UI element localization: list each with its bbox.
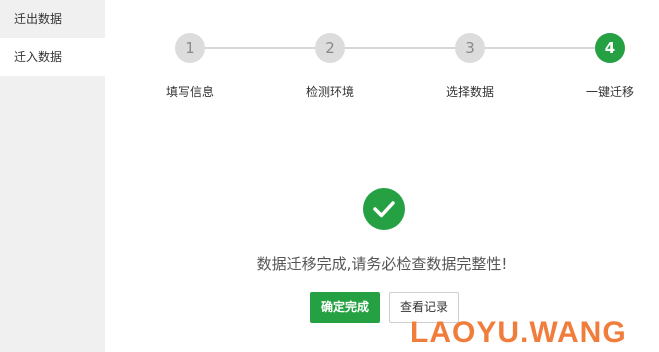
success-check-icon — [363, 188, 405, 230]
watermark-logo: LAOYU.WANG — [410, 316, 627, 349]
step-4-label: 一键迁移 — [585, 85, 634, 99]
step-1-indicator: 1 — [175, 33, 205, 63]
step-connector — [345, 47, 455, 49]
step-4-indicator: 4 — [595, 33, 625, 63]
step-1-label: 填写信息 — [165, 85, 214, 99]
completion-message: 数据迁移完成,请务必检查数据完整性! — [256, 255, 508, 273]
main-panel: 1 2 3 4 填写信息 检测环境 选择数据 一键迁移 数据迁移完成,请务必检查… — [105, 0, 659, 352]
step-connector — [205, 47, 315, 49]
step-2-indicator: 2 — [315, 33, 345, 63]
sidebar-item-import-data[interactable]: 迁入数据 — [0, 38, 105, 76]
sidebar-item-export-data[interactable]: 迁出数据 — [0, 0, 105, 38]
sidebar: 迁出数据 迁入数据 — [0, 0, 105, 352]
step-connector — [485, 47, 595, 49]
step-2-label: 检测环境 — [305, 85, 354, 99]
step-3-label: 选择数据 — [445, 85, 494, 99]
confirm-complete-button[interactable]: 确定完成 — [310, 292, 380, 323]
step-3-indicator: 3 — [455, 33, 485, 63]
